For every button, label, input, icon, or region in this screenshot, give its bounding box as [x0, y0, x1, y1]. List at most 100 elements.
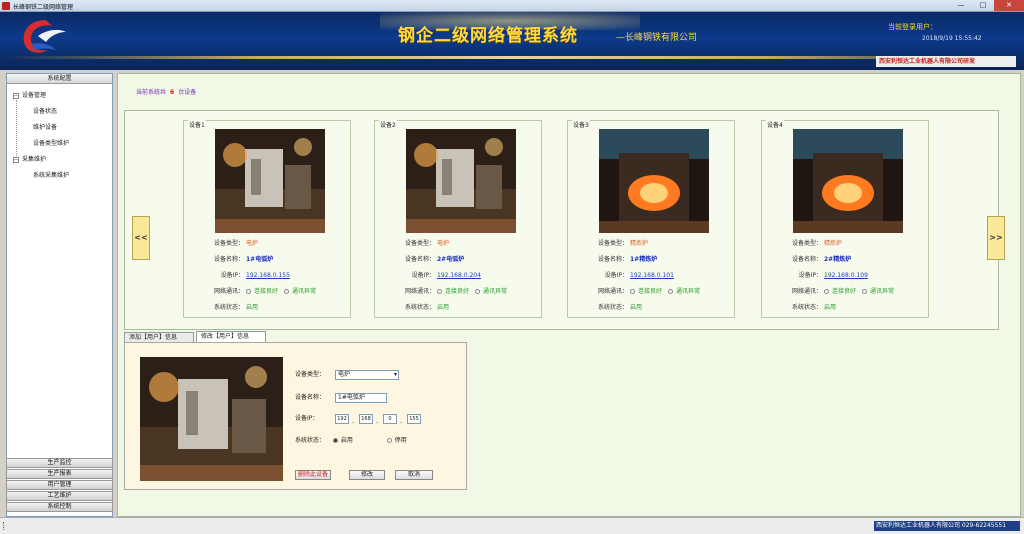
ip-octet-1[interactable]: 192 — [335, 414, 349, 424]
field-label: 设备类型： — [404, 240, 435, 247]
field-label: 系统状态： — [791, 304, 822, 311]
tree-node-system-collection[interactable]: 系统采集维护 — [7, 168, 112, 184]
menu-user-management[interactable]: 用户管理 — [6, 480, 113, 490]
device-ip-link[interactable]: 192.168.0.155 — [246, 270, 290, 282]
radio-error[interactable] — [475, 289, 481, 294]
detail-state-label: 系统状态： — [295, 437, 326, 444]
device-caption: 设备4 — [766, 120, 784, 129]
device-card[interactable]: 设备4 设备类型： 精炼炉 设备名称： 2#精炼炉 设备IP： 192.168.0.1… — [761, 120, 929, 318]
tree-node-device-status[interactable]: 设备状态 — [7, 104, 112, 120]
window-titlebar: 长峰钢铁二级网络管理 — □ ✕ — [0, 0, 1024, 12]
field-label: 设备名称： — [597, 256, 628, 263]
network-options: 连接良好 通讯异常 — [630, 286, 706, 298]
device-card[interactable]: 设备3 设备类型： 精炼炉 设备名称： 1#精炼炉 设备IP： 192.168.0.1… — [567, 120, 735, 318]
device-name-input[interactable]: 1#电弧炉 — [335, 393, 387, 403]
delete-device-button[interactable]: 删除此设备 — [295, 470, 331, 480]
tree-label: 采集维护 — [22, 156, 47, 163]
furnace-photo — [406, 129, 516, 233]
device-name-value: 2#电弧炉 — [437, 256, 465, 263]
current-user-label: 当前登录用户： — [888, 23, 937, 31]
detail-ip-label: 设备IP： — [295, 415, 319, 422]
device-type-value: 精炼炉 — [824, 240, 843, 247]
device-ip-link[interactable]: 192.168.0.204 — [437, 270, 481, 282]
collapse-icon[interactable]: − — [13, 92, 19, 99]
device-type-select[interactable]: 电炉 ▾ — [335, 370, 399, 380]
maximize-button[interactable]: □ — [972, 0, 994, 11]
device-summary: 当前系统共 6 台设备 — [136, 87, 196, 96]
banner-stripe — [0, 56, 1024, 59]
menu-system-control[interactable]: 系统控制 — [6, 502, 113, 512]
tree-node-device-type[interactable]: 设备类型维护 — [7, 136, 112, 152]
grip-icon — [3, 522, 7, 530]
ip-octet-3[interactable]: 0 — [383, 414, 397, 424]
window-title: 长峰钢铁二级网络管理 — [13, 4, 74, 11]
device-card[interactable]: 设备2 设备类型： 电炉 设备名称： 2#电弧炉 设备IP： 192.168.0.20… — [374, 120, 542, 318]
field-label: 系统状态： — [597, 304, 628, 311]
system-title: 钢企二级网络管理系统 — [398, 26, 578, 46]
furnace-image-icon — [406, 129, 516, 233]
menu-production-monitor[interactable]: 生产监控 — [6, 458, 113, 468]
summary-count: 6 — [170, 89, 175, 96]
summary-unit: 台设备 — [178, 89, 197, 96]
field-label: 设备IP： — [604, 272, 628, 279]
ip-octet-2[interactable]: 168 — [359, 414, 373, 424]
device-state-value: 启用 — [824, 304, 837, 311]
radio-connected[interactable] — [630, 289, 635, 294]
system-subtitle: —长峰钢铁有限公司 — [616, 33, 698, 43]
furnace-photo — [599, 129, 709, 233]
close-button[interactable]: ✕ — [994, 0, 1024, 11]
net-option-ok: 连接良好 — [832, 288, 857, 295]
tab-add-user[interactable]: 添加【用户】信息 — [124, 332, 194, 342]
network-options: 连接良好 通讯异常 — [246, 286, 322, 298]
radio-error[interactable] — [862, 289, 868, 294]
device-type-value: 电炉 — [437, 240, 450, 247]
radio-state-disabled[interactable] — [386, 438, 392, 443]
device-card[interactable]: 设备1 设备类型： 电炉 设备名称： 1#电弧炉 设备IP： 192.168.0.15… — [183, 120, 351, 318]
collapse-icon[interactable]: − — [13, 156, 19, 163]
radio-connected[interactable] — [246, 289, 251, 294]
minimize-button[interactable]: — — [950, 0, 972, 11]
status-company: 西安利恒达工业机器人有限公司 029-62245551 — [874, 521, 1020, 531]
tree-node-collection[interactable]: − 采集维护 — [7, 152, 112, 168]
device-name-value: 2#精炼炉 — [824, 256, 852, 263]
device-state-value: 启用 — [246, 304, 259, 311]
field-label: 系统状态： — [213, 304, 244, 311]
cancel-button[interactable]: 取消 — [395, 470, 433, 480]
modify-button[interactable]: 修改 — [349, 470, 385, 480]
device-ip-link[interactable]: 192.168.0.101 — [630, 270, 674, 282]
device-type-value: 电炉 — [246, 240, 259, 247]
net-option-ok: 连接良好 — [445, 288, 470, 295]
field-label: 系统状态： — [404, 304, 435, 311]
net-option-error: 通讯异常 — [483, 288, 508, 295]
device-type-value: 精炼炉 — [630, 240, 649, 247]
menu-production-report[interactable]: 生产报表 — [6, 469, 113, 479]
detail-name-row: 设备名称： 1#电弧炉 — [295, 391, 445, 405]
state-on-label: 启用 — [340, 437, 353, 444]
ip-octet-4[interactable]: 155 — [407, 414, 421, 424]
network-options: 连接良好 通讯异常 — [437, 286, 513, 298]
app-icon — [2, 2, 10, 10]
field-label: 网络通讯： — [597, 288, 628, 295]
field-label: 设备IP： — [411, 272, 435, 279]
tab-modify-user[interactable]: 修改【用户】信息 — [196, 331, 266, 342]
nav-tree: − 设备管理 设备状态 维护设备 设备类型维护 − 采集维护 系统采集维护 — [7, 84, 112, 184]
next-page-button[interactable]: >> — [987, 216, 1005, 260]
device-ip-link[interactable]: 192.168.0.109 — [824, 270, 868, 282]
radio-connected[interactable] — [824, 289, 829, 294]
menu-process-maintenance[interactable]: 工艺维护 — [6, 491, 113, 501]
field-label: 设备类型： — [791, 240, 822, 247]
radio-error[interactable] — [284, 289, 290, 294]
radio-state-enabled[interactable] — [332, 438, 338, 443]
tree-node-maintain-device[interactable]: 维护设备 — [7, 120, 112, 136]
radio-error[interactable] — [668, 289, 674, 294]
field-label: 设备IP： — [220, 272, 244, 279]
prev-page-button[interactable]: << — [132, 216, 150, 260]
detail-name-label: 设备名称： — [295, 394, 326, 401]
furnace-image-icon — [599, 129, 709, 233]
radio-connected[interactable] — [437, 289, 442, 294]
detail-type-row: 设备类型： 电炉 ▾ — [295, 368, 445, 382]
tree-node-device-mgmt[interactable]: − 设备管理 — [7, 88, 112, 104]
detail-photo — [140, 357, 283, 481]
ip-dot: . — [352, 417, 355, 425]
net-option-error: 通讯异常 — [676, 288, 701, 295]
